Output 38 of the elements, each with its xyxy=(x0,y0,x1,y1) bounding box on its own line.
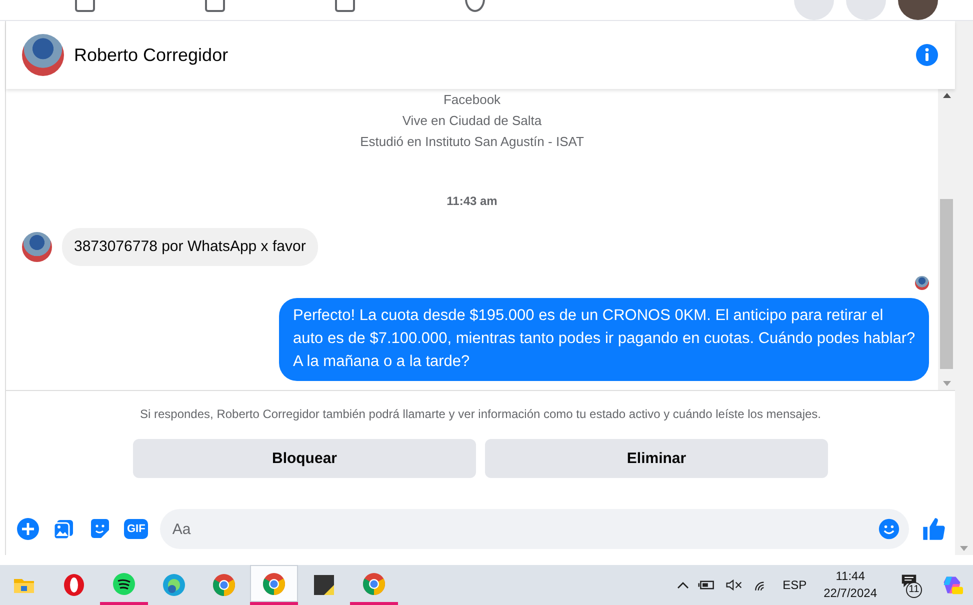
action-button[interactable]: Bloquear xyxy=(133,439,476,478)
incoming-message: 3873076778 por WhatsApp x favor xyxy=(62,228,318,266)
notification-center-button[interactable]: 11 xyxy=(900,573,922,597)
scrollbar[interactable] xyxy=(938,89,955,390)
notice-text: Si respondes, Roberto Corregidor también podrá llamarte y ver información como tu estado activo y cuándo leíste los mensajes. xyxy=(138,406,822,421)
message-timestamp: 11:43 am xyxy=(446,194,498,208)
scroll-down-icon[interactable] xyxy=(960,546,968,551)
profile-info-text: Estudió en Instituto San Agustín - ISAT xyxy=(359,133,585,151)
message-field[interactable]: Aa xyxy=(160,509,909,549)
outgoing-message: Perfecto! La cuota desde $195.000 es de un CRONOS 0KM. El anticipo para retirar el auto es de $7.100.000, mientras tanto podes ir pagando en cuotas. Cuándo podes hablar? A la mañana o a la tarde? xyxy=(279,298,929,381)
language-indicator[interactable]: ESP xyxy=(782,578,807,592)
clock[interactable]: 11:44 22/7/2024 xyxy=(824,568,877,602)
profile-info-text: Facebook xyxy=(442,91,502,109)
circle-logo-icon xyxy=(262,572,286,596)
profile-info-text: Vive en Ciudad de Salta xyxy=(401,112,543,130)
image-icon[interactable] xyxy=(52,517,76,541)
sticky-note-icon xyxy=(312,573,336,597)
gif-button[interactable]: GIF xyxy=(124,519,148,539)
muted-speaker-icon[interactable] xyxy=(724,578,743,592)
sticker-icon[interactable] xyxy=(88,517,112,541)
info-icon[interactable] xyxy=(915,43,939,67)
thumbs-up-icon[interactable] xyxy=(921,516,947,542)
circle-logo-icon xyxy=(212,573,236,597)
colorful-app-icon[interactable] xyxy=(941,574,963,596)
chevron-up-icon[interactable] xyxy=(676,581,689,589)
circle-logo-icon xyxy=(362,572,386,596)
scrollbar[interactable] xyxy=(955,21,973,555)
emoji-icon[interactable] xyxy=(878,518,900,540)
seen-avatar xyxy=(915,276,929,290)
sound-waves-logo-icon xyxy=(112,572,136,596)
plus-icon[interactable] xyxy=(16,517,40,541)
contact-avatar xyxy=(22,232,52,262)
battery-icon[interactable] xyxy=(698,578,716,592)
action-button[interactable]: Eliminar xyxy=(485,439,828,478)
contact-name[interactable]: Roberto Corregidor xyxy=(74,44,915,66)
swirl-logo-icon xyxy=(162,573,186,597)
o-letter-logo-icon xyxy=(62,573,86,597)
contact-avatar[interactable] xyxy=(22,34,64,76)
